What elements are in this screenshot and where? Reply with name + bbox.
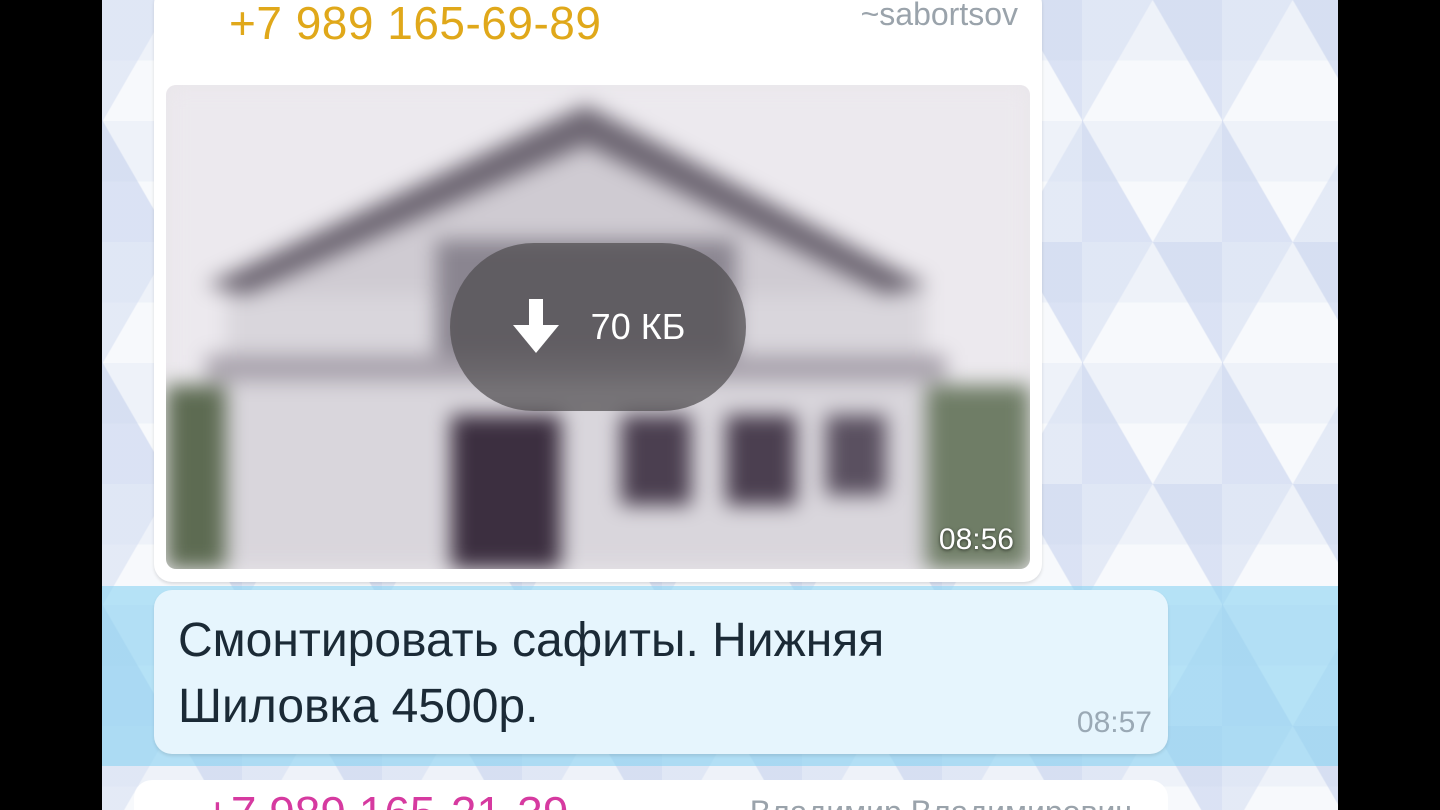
text-message[interactable]: Смонтировать сафиты. Нижняя Шиловка 4500… — [154, 590, 1168, 754]
message-timestamp: 08:57 — [1076, 706, 1152, 739]
download-button[interactable]: 70 КБ — [450, 243, 746, 411]
photo-timestamp: 08:56 — [938, 523, 1014, 556]
chat-background: +7 989 165-69-89 ~sabortsov 70 КБ 08:56 … — [102, 0, 1338, 810]
message-text-line: Шиловка 4500р. — [178, 680, 539, 733]
next-message[interactable]: +7 989 165-21-39 Владимир Владимирович — [134, 780, 1168, 810]
message-text-line: Смонтировать сафиты. Нижняя — [178, 614, 885, 667]
photo-thumbnail[interactable]: 70 КБ 08:56 — [166, 85, 1030, 569]
incoming-photo-message[interactable]: +7 989 165-69-89 ~sabortsov 70 КБ 08:56 — [154, 0, 1042, 582]
download-size: 70 КБ — [590, 306, 686, 347]
sender-phone[interactable]: +7 989 165-69-89 — [229, 0, 601, 50]
message-text: Смонтировать сафиты. Нижняя Шиловка 4500… — [178, 608, 1078, 740]
download-arrow-icon — [512, 299, 559, 353]
next-sender-phone[interactable]: +7 989 165-21-39 — [204, 786, 568, 810]
sender-username: ~sabortsov — [860, 0, 1018, 32]
next-sender-name: Владимир Владимирович — [750, 794, 1132, 810]
